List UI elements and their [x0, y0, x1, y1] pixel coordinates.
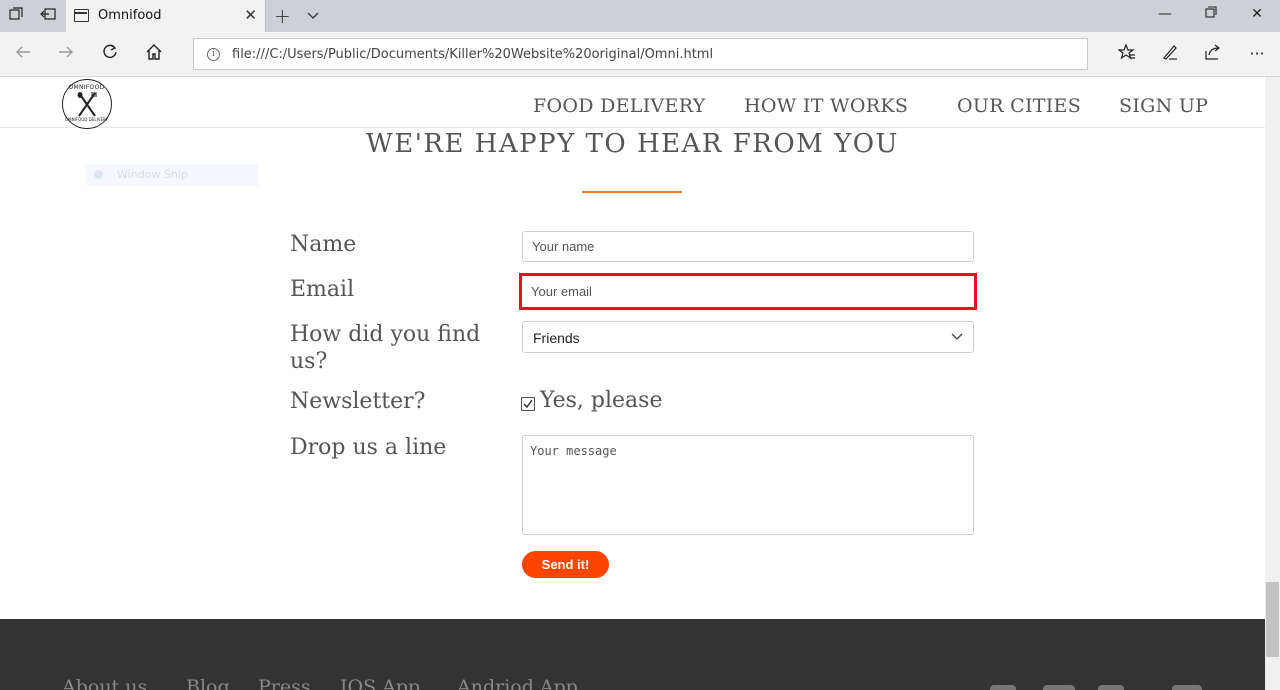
email-label: Email — [290, 277, 355, 302]
message-label: Drop us a line — [290, 435, 447, 460]
name-label: Name — [290, 232, 357, 257]
find-us-label: How did you find us? — [290, 321, 480, 375]
tab-title: Omnifood — [98, 8, 162, 23]
find-us-label-line2: us? — [290, 349, 328, 374]
nav-how-it-works[interactable]: HOW IT WORKS — [744, 95, 908, 117]
page-icon — [74, 9, 89, 22]
fork-knife-icon — [77, 92, 97, 117]
forward-icon[interactable] — [55, 43, 77, 65]
footer-link-about[interactable]: About us — [62, 676, 147, 690]
snip-label: Window Snip — [117, 168, 188, 181]
info-icon[interactable]: i — [207, 48, 220, 61]
newsletter-label: Newsletter? — [290, 389, 426, 414]
site-footer: About us Blog Press IOS App Andriod App — [0, 619, 1265, 690]
footer-link-blog[interactable]: Blog — [186, 676, 230, 690]
google-plus-icon[interactable] — [1098, 685, 1124, 690]
site-header: OMNIFOOD OMNIFOOD DELIVERY FOOD DELIVERY… — [0, 77, 1265, 129]
send-button[interactable]: Send it! — [522, 551, 609, 578]
refresh-icon[interactable] — [99, 43, 121, 65]
email-input[interactable] — [519, 273, 977, 310]
name-input[interactable] — [522, 231, 974, 262]
tab-omnifood[interactable]: Omnifood ✕ — [66, 0, 266, 32]
browser-tab-bar: Omnifood ✕ + — ✕ — [0, 0, 1280, 32]
find-us-selected: Friends — [533, 330, 580, 346]
home-icon[interactable] — [143, 43, 165, 65]
footer-link-ios[interactable]: IOS App — [340, 676, 420, 690]
nav-food-delivery[interactable]: FOOD DELIVERY — [533, 95, 706, 117]
checkmark-icon — [523, 399, 533, 409]
chevron-down-icon[interactable] — [306, 7, 322, 23]
nav-sign-up[interactable]: SIGN UP — [1119, 95, 1208, 117]
window-snip-overlay[interactable]: Window Snip — [86, 164, 259, 186]
page: OMNIFOOD OMNIFOOD DELIVERY FOOD DELIVERY… — [0, 77, 1265, 690]
newsletter-checkbox[interactable] — [521, 397, 535, 411]
chevron-down-icon — [951, 333, 963, 340]
nav-our-cities[interactable]: OUR CITIES — [957, 95, 1081, 117]
footer-link-android[interactable]: Andriod App — [457, 676, 578, 690]
tab-actions-icon[interactable] — [6, 7, 26, 25]
favorites-icon[interactable] — [1116, 43, 1138, 65]
browser-nav-bar: i file:///C:/Users/Public/Documents/Kill… — [0, 32, 1280, 77]
find-us-label-line1: How did you find — [290, 322, 481, 347]
snip-icon — [94, 170, 103, 179]
back-icon[interactable] — [12, 43, 34, 65]
set-tabs-aside-icon[interactable] — [38, 7, 58, 25]
footer-link-press[interactable]: Press — [258, 676, 311, 690]
pen-icon[interactable] — [1159, 43, 1181, 65]
restore-icon[interactable] — [1188, 6, 1234, 22]
url-text: file:///C:/Users/Public/Documents/Killer… — [232, 47, 714, 62]
message-textarea[interactable] — [522, 435, 974, 535]
new-tab-icon[interactable]: + — [274, 4, 291, 28]
find-us-select[interactable]: Friends — [522, 321, 974, 353]
title-divider — [582, 191, 682, 193]
instagram-icon[interactable] — [1172, 685, 1202, 690]
twitter-icon[interactable] — [1043, 685, 1075, 690]
minimize-icon[interactable]: — — [1142, 6, 1188, 22]
close-tab-icon[interactable]: ✕ — [244, 6, 257, 24]
omnifood-logo[interactable]: OMNIFOOD OMNIFOOD DELIVERY — [62, 79, 112, 129]
facebook-icon[interactable] — [990, 685, 1016, 690]
scrollbar-thumb[interactable] — [1266, 582, 1279, 657]
logo-text: OMNIFOOD — [68, 84, 105, 91]
more-icon[interactable]: ··· — [1246, 43, 1268, 65]
address-bar[interactable]: i file:///C:/Users/Public/Documents/Kill… — [193, 38, 1088, 70]
newsletter-option[interactable]: Yes, please — [540, 388, 662, 413]
page-scrollbar[interactable] — [1265, 77, 1280, 690]
section-title: WE'RE HAPPY TO HEAR FROM YOU — [366, 129, 899, 159]
close-window-icon[interactable]: ✕ — [1234, 6, 1280, 22]
logo-subtext: OMNIFOOD DELIVERY — [65, 117, 108, 122]
share-icon[interactable] — [1202, 43, 1224, 65]
